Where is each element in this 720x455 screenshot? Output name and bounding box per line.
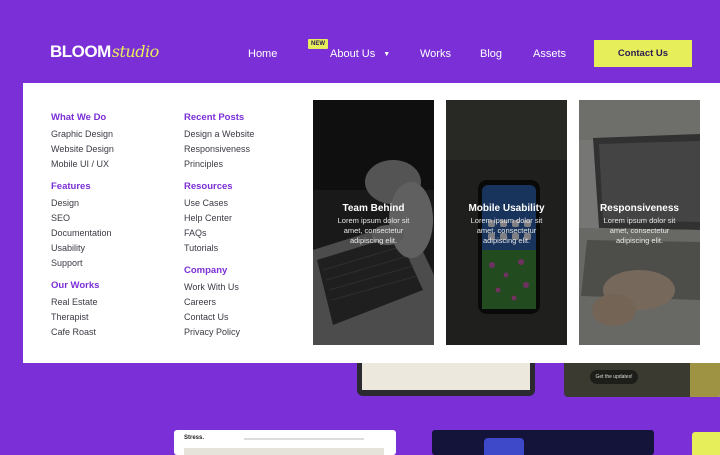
menu-link-real-estate[interactable]: Real Estate — [51, 297, 98, 307]
menu-link-graphic-design[interactable]: Graphic Design — [51, 129, 113, 139]
menu-link-work-with-us[interactable]: Work With Us — [184, 282, 239, 292]
menu-link-cafe-roast[interactable]: Cafe Roast — [51, 327, 96, 337]
menu-link-contact-us[interactable]: Contact Us — [184, 312, 229, 322]
card-title: Mobile Usability — [468, 203, 545, 214]
menu-link-usability[interactable]: Usability — [51, 243, 85, 253]
section-title-our-works: Our Works — [51, 280, 100, 291]
menu-link-use-cases[interactable]: Use Cases — [184, 198, 228, 208]
section-title-features: Features — [51, 181, 91, 192]
nav-works[interactable]: Works — [420, 48, 451, 60]
menu-link-tutorials[interactable]: Tutorials — [184, 243, 218, 253]
menu-link-therapist[interactable]: Therapist — [51, 312, 89, 322]
preview-accent-tile — [692, 432, 720, 455]
preview-stress-site: Stress. — [174, 430, 396, 455]
nav-blog[interactable]: Blog — [480, 48, 502, 60]
menu-link-principles[interactable]: Principles — [184, 159, 223, 169]
contact-us-button[interactable]: Contact Us — [594, 40, 692, 67]
preview-brand: Stress. — [184, 435, 205, 441]
preview-updates-button: Get the updates! — [590, 370, 638, 384]
card-description: Lorem ipsum dolor sit amet, consectetur … — [603, 216, 676, 245]
feature-card-responsiveness[interactable]: Responsiveness Lorem ipsum dolor sit ame… — [579, 100, 700, 345]
nav-about-us-label: About Us — [330, 48, 376, 60]
mega-menu: What We Do Graphic Design Website Design… — [23, 83, 720, 363]
menu-link-support[interactable]: Support — [51, 258, 83, 268]
card-title: Team Behind — [342, 203, 405, 214]
menu-link-mobile-ui-ux[interactable]: Mobile UI / UX — [51, 159, 109, 169]
nav-home[interactable]: Home — [248, 48, 277, 60]
menu-link-website-design[interactable]: Website Design — [51, 144, 114, 154]
nav-about-us[interactable]: About Us ▼ — [330, 48, 390, 60]
menu-link-careers[interactable]: Careers — [184, 297, 216, 307]
card-description: Lorem ipsum dolor sit amet, consectetur … — [470, 216, 543, 245]
preview-dark-promo — [432, 430, 654, 455]
menu-link-seo[interactable]: SEO — [51, 213, 70, 223]
chevron-down-icon: ▼ — [383, 51, 391, 58]
section-title-company: Company — [184, 265, 228, 276]
card-description: Lorem ipsum dolor sit amet, consectetur … — [337, 216, 410, 245]
menu-link-design-a-website[interactable]: Design a Website — [184, 129, 254, 139]
menu-link-design[interactable]: Design — [51, 198, 79, 208]
nav-assets[interactable]: Assets — [533, 48, 566, 60]
new-badge: NEW — [308, 39, 328, 49]
section-title-recent-posts: Recent Posts — [184, 112, 245, 123]
section-title-what-we-do: What We Do — [51, 112, 107, 123]
menu-link-privacy-policy[interactable]: Privacy Policy — [184, 327, 240, 337]
feature-card-team-behind[interactable]: Team Behind Lorem ipsum dolor sit amet, … — [313, 100, 434, 345]
menu-link-documentation[interactable]: Documentation — [51, 228, 112, 238]
card-title: Responsiveness — [600, 203, 679, 214]
menu-link-help-center[interactable]: Help Center — [184, 213, 232, 223]
menu-link-faqs[interactable]: FAQs — [184, 228, 207, 238]
feature-card-mobile-usability[interactable]: Mobile Usability Lorem ipsum dolor sit a… — [446, 100, 567, 345]
section-title-resources: Resources — [184, 181, 233, 192]
menu-link-responsiveness[interactable]: Responsiveness — [184, 144, 250, 154]
